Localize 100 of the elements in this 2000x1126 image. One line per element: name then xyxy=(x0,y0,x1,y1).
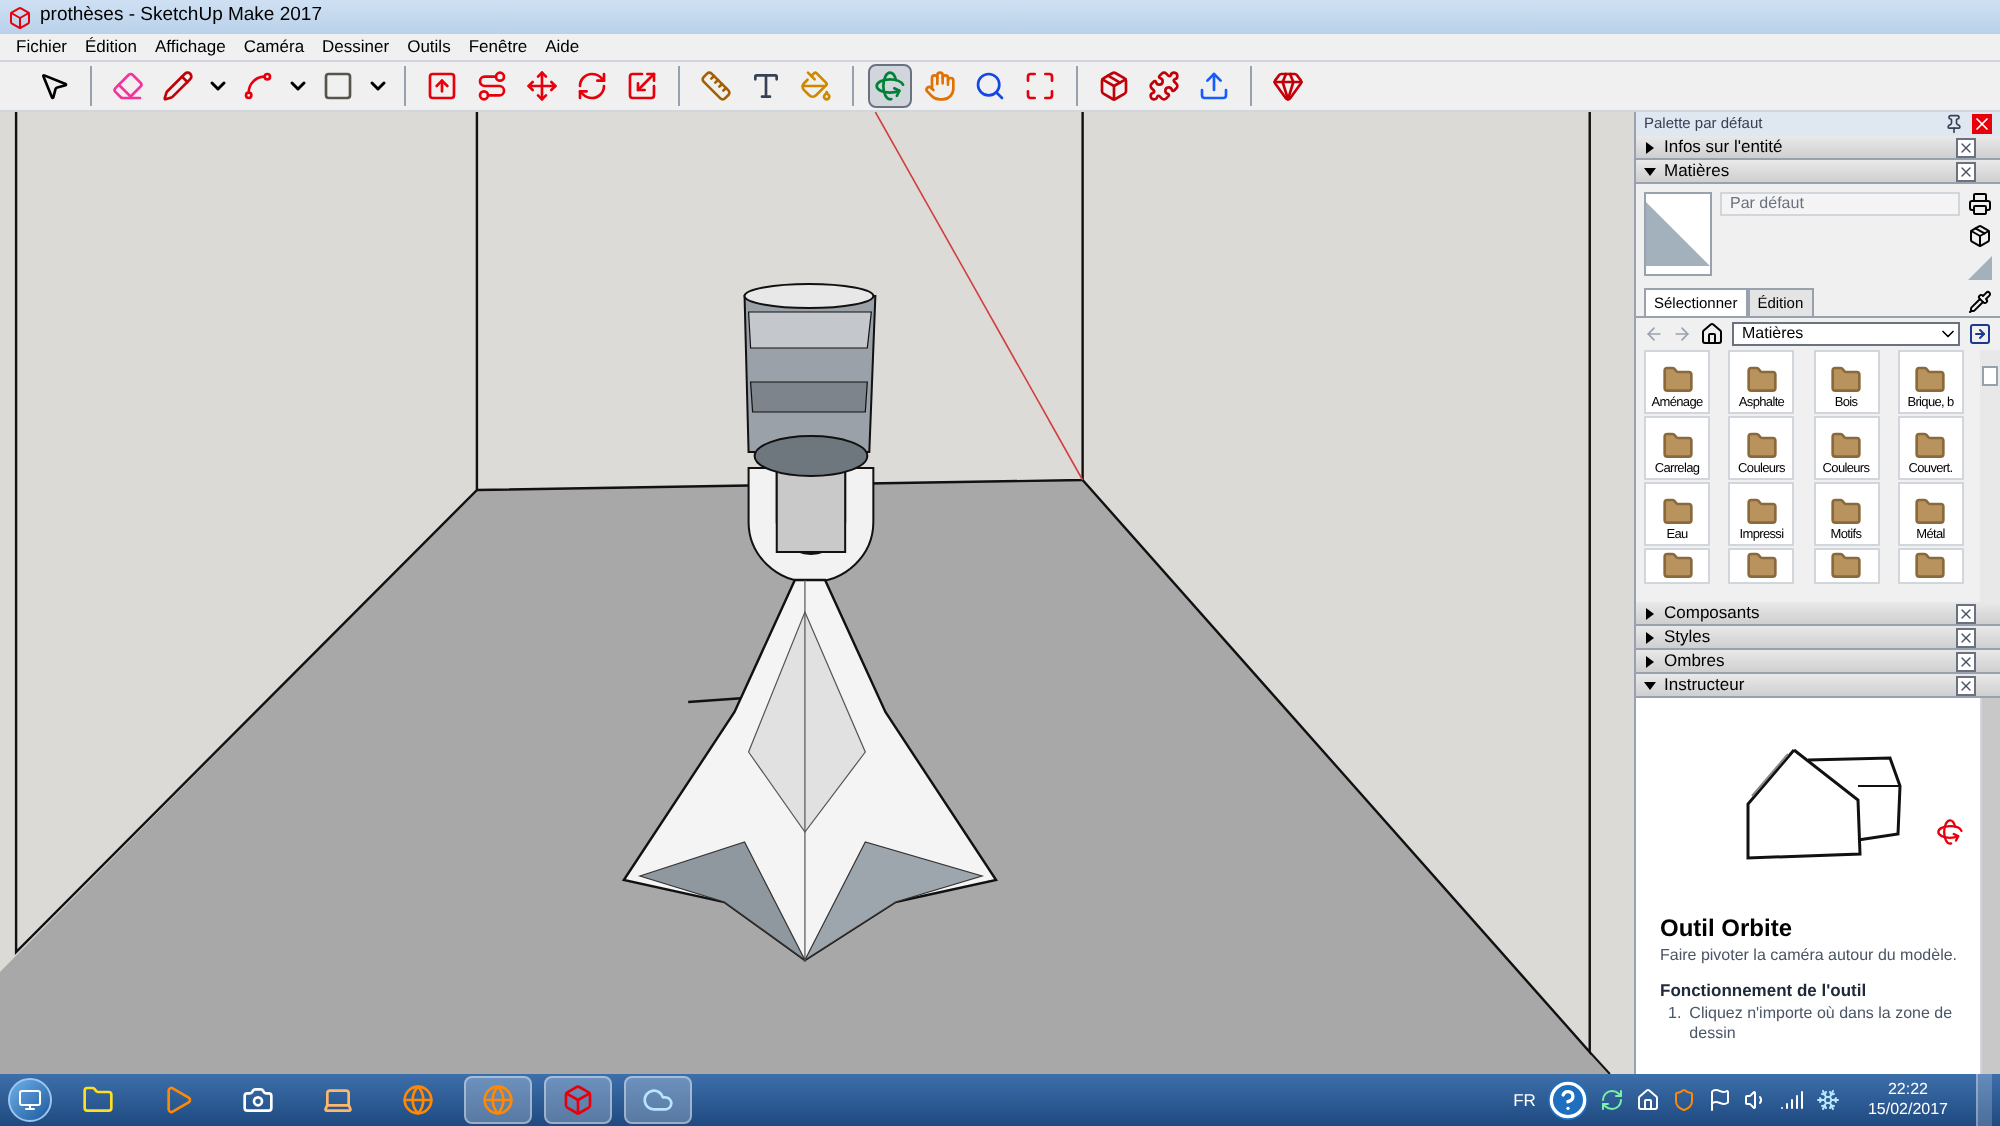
material-name-field[interactable]: Par défaut xyxy=(1720,192,1960,216)
collapsed-triangle-icon xyxy=(1644,141,1656,153)
folder-icon xyxy=(1830,430,1862,463)
play-icon xyxy=(162,1084,194,1116)
material-folder[interactable] xyxy=(1644,548,1710,585)
help-icon[interactable] xyxy=(1547,1080,1588,1120)
pencil-icon xyxy=(162,70,194,102)
upload-icon xyxy=(1198,70,1230,102)
start-button[interactable] xyxy=(8,1078,52,1122)
menu-item[interactable]: Aide xyxy=(545,34,580,60)
material-swatch xyxy=(1644,192,1712,276)
section-header[interactable]: Composants xyxy=(1636,602,2000,626)
window-title: prothèses - SketchUp Make 2017 xyxy=(40,2,322,31)
cube-icon xyxy=(562,1084,594,1116)
package-icon xyxy=(1098,70,1130,102)
close-icon[interactable] xyxy=(1956,603,1976,623)
rotate-icon xyxy=(576,70,608,102)
collection-dropdown[interactable]: Matières xyxy=(1732,322,1960,347)
globe-icon xyxy=(482,1084,514,1116)
folder-icon xyxy=(1745,364,1778,397)
section-header[interactable]: Ombres xyxy=(1636,650,2000,674)
folder-icon xyxy=(1830,364,1862,397)
material-folder[interactable] xyxy=(1813,548,1879,585)
instructor-description: Faire pivoter la caméra autour du modèle. xyxy=(1660,946,1960,966)
section-title: Matières xyxy=(1664,162,1732,180)
home-icon[interactable] xyxy=(1700,322,1724,347)
folder-icon xyxy=(1745,496,1778,529)
clock-time[interactable]: 22:22 xyxy=(1887,1080,1928,1100)
eyedropper-icon[interactable] xyxy=(1968,290,1992,315)
hand-icon xyxy=(924,70,956,102)
folder-icon xyxy=(1914,496,1947,529)
expanded-triangle-icon xyxy=(1644,679,1656,691)
folder-icon xyxy=(1745,430,1778,463)
pin-icon[interactable] xyxy=(1944,114,1964,134)
folder-icon xyxy=(1661,364,1693,397)
menu-item[interactable]: Édition xyxy=(85,34,138,60)
sync-icon[interactable] xyxy=(1599,1088,1624,1112)
snowflake-icon[interactable] xyxy=(1815,1088,1840,1112)
orbit-icon xyxy=(874,70,906,102)
section-title: Infos sur l'entité xyxy=(1664,138,1785,156)
material-folder[interactable] xyxy=(1728,548,1795,585)
instructor-heading: Fonctionnement de l'outil xyxy=(1660,978,1869,1004)
square-icon xyxy=(322,70,354,102)
folder-icon xyxy=(1830,550,1862,583)
orbit-icon xyxy=(1936,818,1964,846)
zoom-icon xyxy=(974,70,1006,102)
eraser-icon xyxy=(112,70,144,102)
volume-icon[interactable] xyxy=(1743,1088,1768,1112)
push-pull-icon xyxy=(426,70,458,102)
folder-icon xyxy=(1661,550,1693,583)
folder-icon xyxy=(1745,550,1778,583)
close-icon[interactable] xyxy=(1956,627,1976,647)
menu-item[interactable]: Caméra xyxy=(243,34,305,60)
menu-item[interactable]: Fichier xyxy=(16,34,68,60)
expanded-triangle-icon xyxy=(1644,165,1656,177)
laptop-icon xyxy=(322,1084,354,1116)
cloud-icon xyxy=(642,1084,674,1116)
folder-icon xyxy=(1914,364,1947,397)
section-header[interactable]: Matières xyxy=(1636,160,2000,184)
move-icon xyxy=(526,70,558,102)
instructor-title: Outil Orbite xyxy=(1660,914,1794,944)
close-icon[interactable] xyxy=(1956,651,1976,671)
material-folder[interactable] xyxy=(1897,548,1964,585)
menu-item[interactable]: Fenêtre xyxy=(468,34,528,60)
section-title: Instructeur xyxy=(1664,676,1747,694)
folder-icon xyxy=(82,1084,114,1116)
close-icon[interactable] xyxy=(1956,137,1976,157)
pointer-icon xyxy=(38,70,70,102)
scrollbar[interactable] xyxy=(1980,698,2000,1074)
ruler-icon xyxy=(700,70,732,102)
scrollbar[interactable] xyxy=(1980,350,2000,602)
scale-icon xyxy=(626,70,658,102)
menu-item[interactable]: Dessiner xyxy=(322,34,390,60)
gem-icon xyxy=(1272,70,1304,102)
zoom-extents-icon xyxy=(1024,70,1056,102)
section-header[interactable]: Instructeur xyxy=(1636,674,2000,698)
section-title: Styles xyxy=(1664,628,1713,646)
close-icon[interactable] xyxy=(1956,675,1976,695)
text-icon xyxy=(750,70,782,102)
clock-date[interactable]: 15/02/2017 xyxy=(1867,1100,1948,1120)
shield-icon[interactable] xyxy=(1671,1088,1696,1112)
close-icon[interactable] xyxy=(1956,161,1976,181)
arc-icon xyxy=(242,70,274,102)
section-header[interactable]: Styles xyxy=(1636,626,2000,650)
section-title: Composants xyxy=(1664,604,1762,622)
camera-icon xyxy=(242,1084,274,1116)
menu-item[interactable]: Affichage xyxy=(155,34,226,60)
step-text: Cliquez n'importe où dans la zone de dessin xyxy=(1689,1003,1955,1044)
step-number: 1. xyxy=(1668,1003,1682,1026)
folder-icon xyxy=(1914,430,1947,463)
menu-item[interactable]: Outils xyxy=(407,34,451,60)
flag-icon[interactable] xyxy=(1707,1088,1732,1112)
globe-icon xyxy=(402,1084,434,1116)
close-icon[interactable] xyxy=(1972,114,1992,134)
folder-icon xyxy=(1661,496,1693,529)
section-title: Ombres xyxy=(1664,652,1727,670)
path-icon xyxy=(476,70,508,102)
folder-icon xyxy=(1830,496,1862,529)
section-header[interactable]: Infos sur l'entité xyxy=(1636,136,2000,160)
language-indicator[interactable]: FR xyxy=(1513,1087,1536,1113)
